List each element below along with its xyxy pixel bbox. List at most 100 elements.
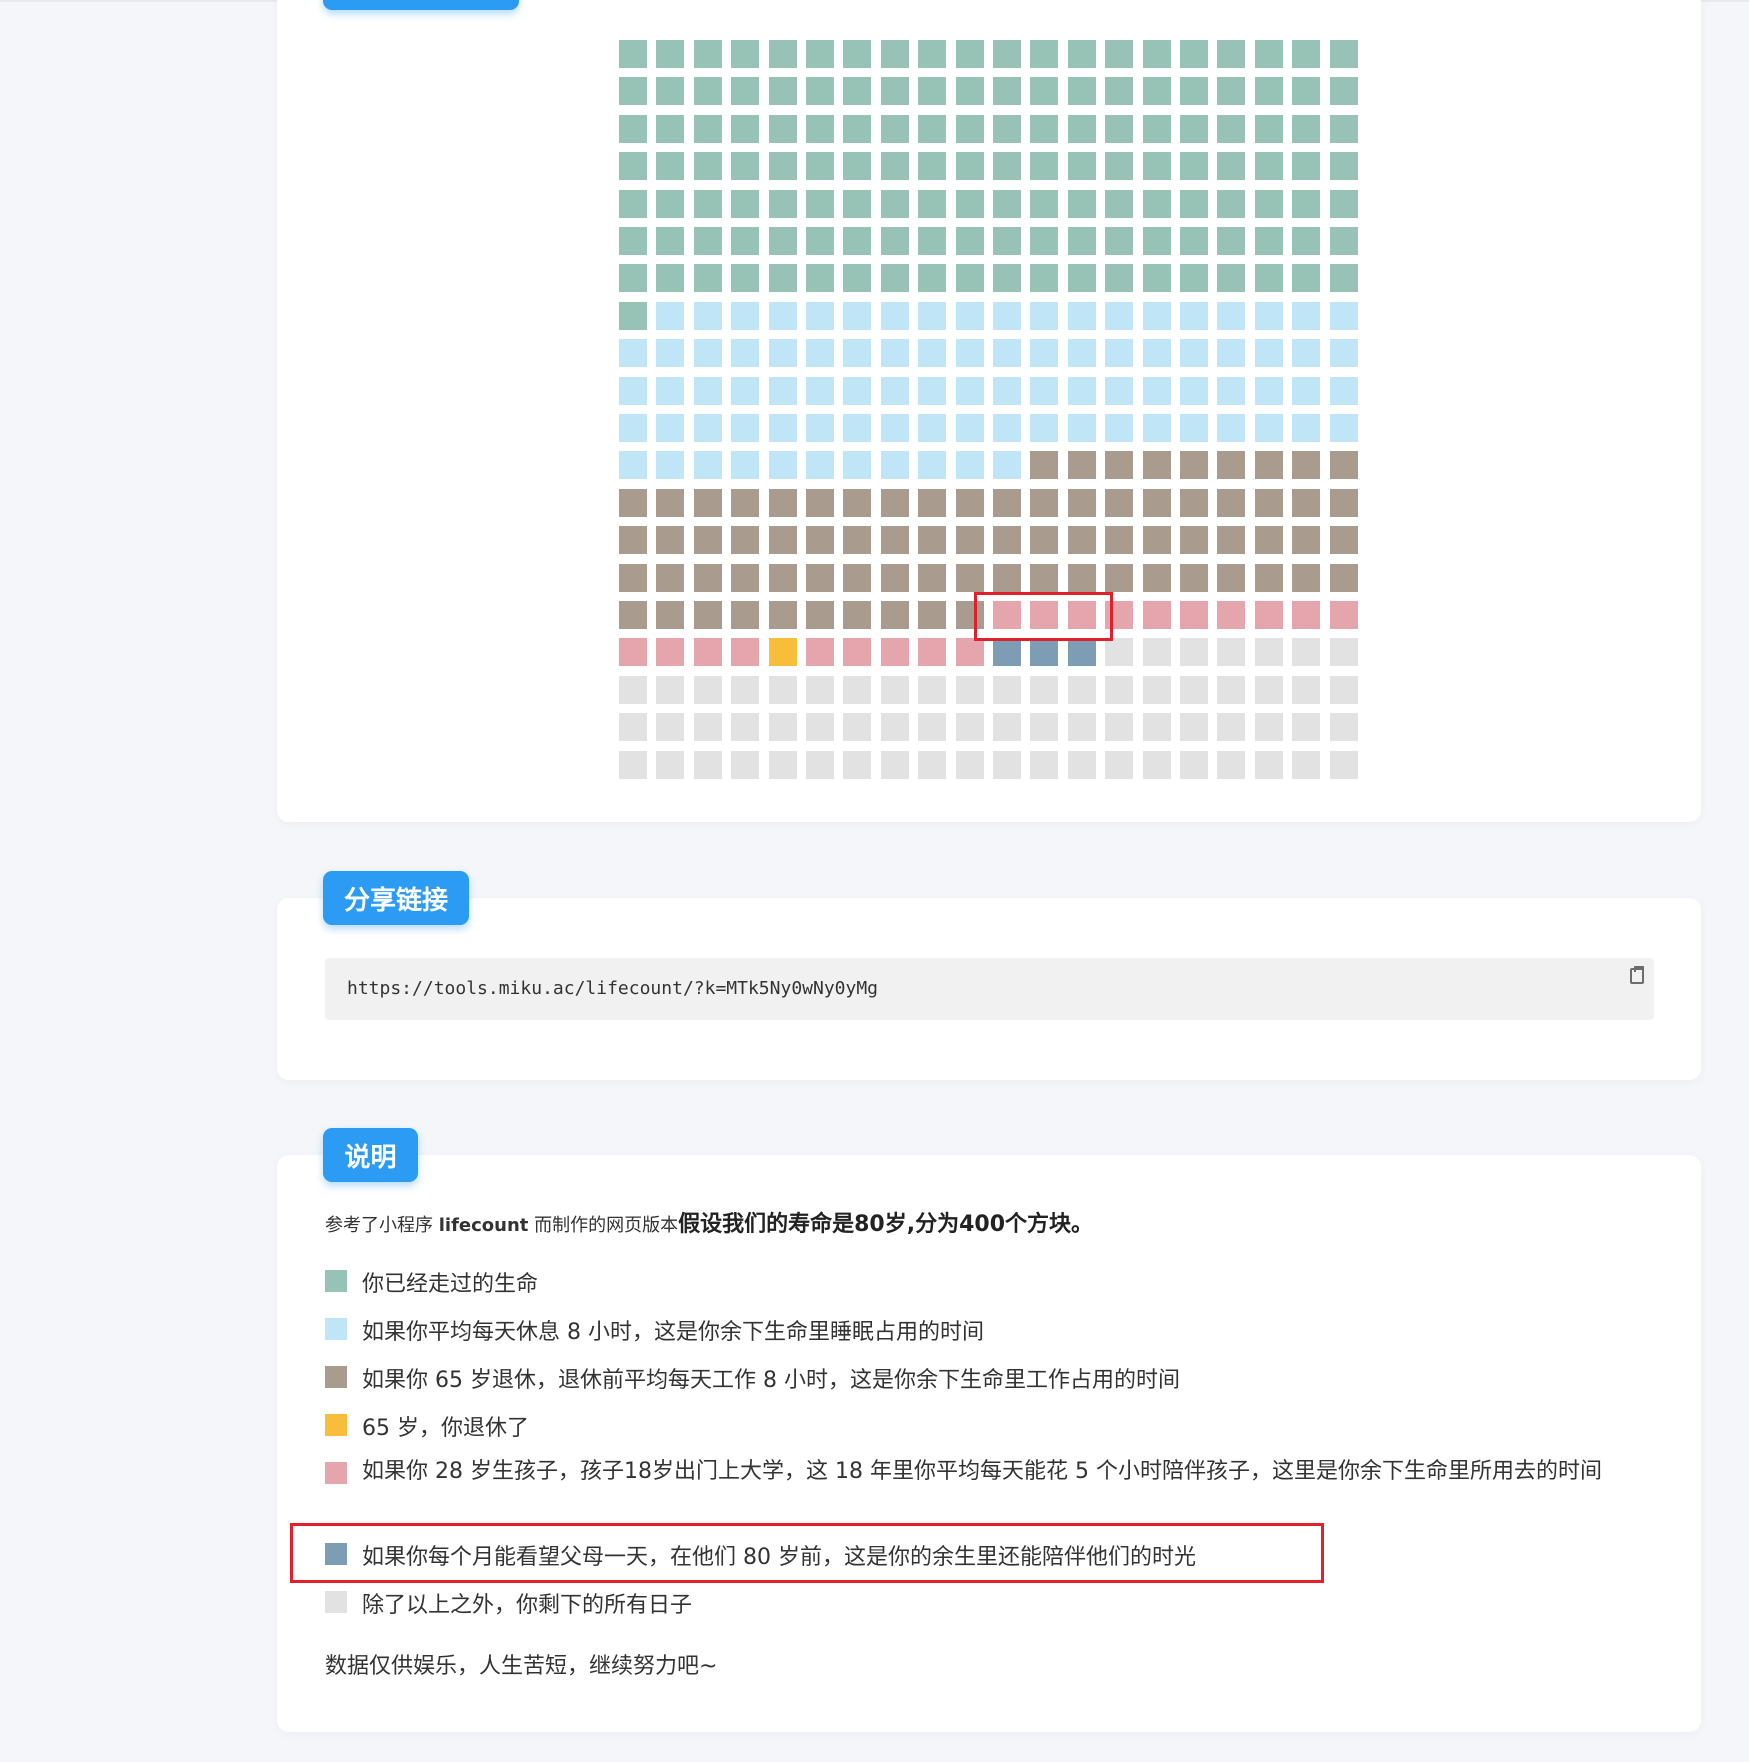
life-block-work bbox=[1180, 564, 1208, 592]
legend-label-retirement: 65 岁，你退休了 bbox=[362, 1416, 529, 1441]
life-block-sleep bbox=[918, 339, 946, 367]
life-block-lived bbox=[918, 190, 946, 218]
life-block-lived bbox=[694, 264, 722, 292]
life-block-lived bbox=[1255, 152, 1283, 180]
life-block-lived bbox=[806, 227, 834, 255]
life-block-sleep bbox=[1030, 339, 1058, 367]
life-block-sleep bbox=[731, 451, 759, 479]
life-block-lived bbox=[656, 190, 684, 218]
life-block-lived bbox=[1330, 264, 1358, 292]
life-block-lived bbox=[1217, 40, 1245, 68]
life-block-remaining bbox=[1143, 713, 1171, 741]
life-block-sleep bbox=[956, 339, 984, 367]
life-block-lived bbox=[769, 152, 797, 180]
life-block-lived bbox=[1292, 190, 1320, 218]
life-block-remaining bbox=[694, 713, 722, 741]
life-block-remaining bbox=[918, 676, 946, 704]
life-block-sleep bbox=[956, 451, 984, 479]
life-block-lived bbox=[993, 190, 1021, 218]
life-block-remaining bbox=[956, 713, 984, 741]
life-block-kids bbox=[731, 638, 759, 666]
life-block-remaining bbox=[769, 751, 797, 779]
life-block-sleep bbox=[993, 377, 1021, 405]
copy-icon[interactable] bbox=[1630, 966, 1644, 984]
share-link-url[interactable]: https://tools.miku.ac/lifecount/?k=MTk5N… bbox=[347, 978, 878, 999]
life-block-work bbox=[881, 526, 909, 554]
life-block-kids bbox=[656, 638, 684, 666]
life-block-sleep bbox=[694, 451, 722, 479]
life-block-lived bbox=[1068, 77, 1096, 105]
life-block-lived bbox=[1105, 77, 1133, 105]
life-block-lived bbox=[1068, 227, 1096, 255]
life-block-remaining bbox=[769, 676, 797, 704]
life-block-lived bbox=[881, 77, 909, 105]
life-block-sleep bbox=[656, 451, 684, 479]
life-block-lived bbox=[993, 227, 1021, 255]
life-block-remaining bbox=[1217, 751, 1245, 779]
life-block-sleep bbox=[956, 414, 984, 442]
life-block-lived bbox=[1030, 190, 1058, 218]
life-block-remaining bbox=[993, 751, 1021, 779]
life-block-work bbox=[956, 564, 984, 592]
life-block-lived bbox=[843, 115, 871, 143]
life-block-lived bbox=[918, 115, 946, 143]
life-block-work bbox=[806, 601, 834, 629]
life-block-remaining bbox=[806, 676, 834, 704]
life-block-lived bbox=[993, 115, 1021, 143]
life-block-lived bbox=[619, 302, 647, 330]
life-block-remaining bbox=[656, 713, 684, 741]
life-block-work bbox=[806, 526, 834, 554]
life-block-lived bbox=[1292, 77, 1320, 105]
life-block-sleep bbox=[1255, 302, 1283, 330]
life-block-lived bbox=[1180, 264, 1208, 292]
life-block-lived bbox=[1105, 264, 1133, 292]
life-block-work bbox=[1068, 564, 1096, 592]
life-block-sleep bbox=[656, 377, 684, 405]
life-block-remaining bbox=[1105, 751, 1133, 779]
life-block-work bbox=[881, 601, 909, 629]
life-block-kids bbox=[918, 638, 946, 666]
legend-swatch-remaining bbox=[325, 1591, 347, 1613]
life-block-remaining bbox=[1255, 751, 1283, 779]
life-block-sleep bbox=[731, 339, 759, 367]
life-block-lived bbox=[1330, 227, 1358, 255]
life-block-lived bbox=[881, 115, 909, 143]
life-block-work bbox=[731, 526, 759, 554]
life-block-work bbox=[1330, 489, 1358, 517]
life-block-work bbox=[1105, 564, 1133, 592]
life-block-work bbox=[1180, 489, 1208, 517]
life-block-remaining bbox=[619, 751, 647, 779]
life-block-sleep bbox=[1068, 414, 1096, 442]
legend-label-remaining: 除了以上之外，你剩下的所有日子 bbox=[362, 1593, 693, 1618]
parents-blocks-highlight bbox=[974, 592, 1113, 641]
legend-item-kids: 如果你 28 岁生孩子，孩子18岁出门上大学，这 18 年里你平均每天能花 5 … bbox=[325, 1459, 1654, 1490]
life-block-lived bbox=[1143, 115, 1171, 143]
life-block-remaining bbox=[1105, 676, 1133, 704]
life-block-sleep bbox=[1068, 302, 1096, 330]
life-block-work bbox=[619, 601, 647, 629]
life-block-work bbox=[843, 526, 871, 554]
life-block-work bbox=[694, 601, 722, 629]
life-block-sleep bbox=[1143, 377, 1171, 405]
life-block-lived bbox=[993, 152, 1021, 180]
life-block-remaining bbox=[806, 713, 834, 741]
life-block-sleep bbox=[731, 414, 759, 442]
life-block-remaining bbox=[1292, 713, 1320, 741]
life-block-sleep bbox=[694, 302, 722, 330]
share-link-box[interactable]: https://tools.miku.ac/lifecount/?k=MTk5N… bbox=[325, 958, 1654, 1020]
life-block-remaining bbox=[731, 751, 759, 779]
life-block-remaining bbox=[619, 676, 647, 704]
life-block-work bbox=[1330, 526, 1358, 554]
life-block-lived bbox=[731, 115, 759, 143]
life-block-sleep bbox=[769, 414, 797, 442]
description-card-title: 说明 bbox=[323, 1128, 418, 1182]
life-block-work bbox=[1105, 489, 1133, 517]
life-block-work bbox=[1292, 564, 1320, 592]
life-block-work bbox=[731, 601, 759, 629]
life-block-sleep bbox=[694, 414, 722, 442]
life-block-work bbox=[694, 564, 722, 592]
life-block-lived bbox=[656, 227, 684, 255]
life-block-remaining bbox=[656, 676, 684, 704]
life-block-lived bbox=[918, 227, 946, 255]
life-block-sleep bbox=[769, 451, 797, 479]
